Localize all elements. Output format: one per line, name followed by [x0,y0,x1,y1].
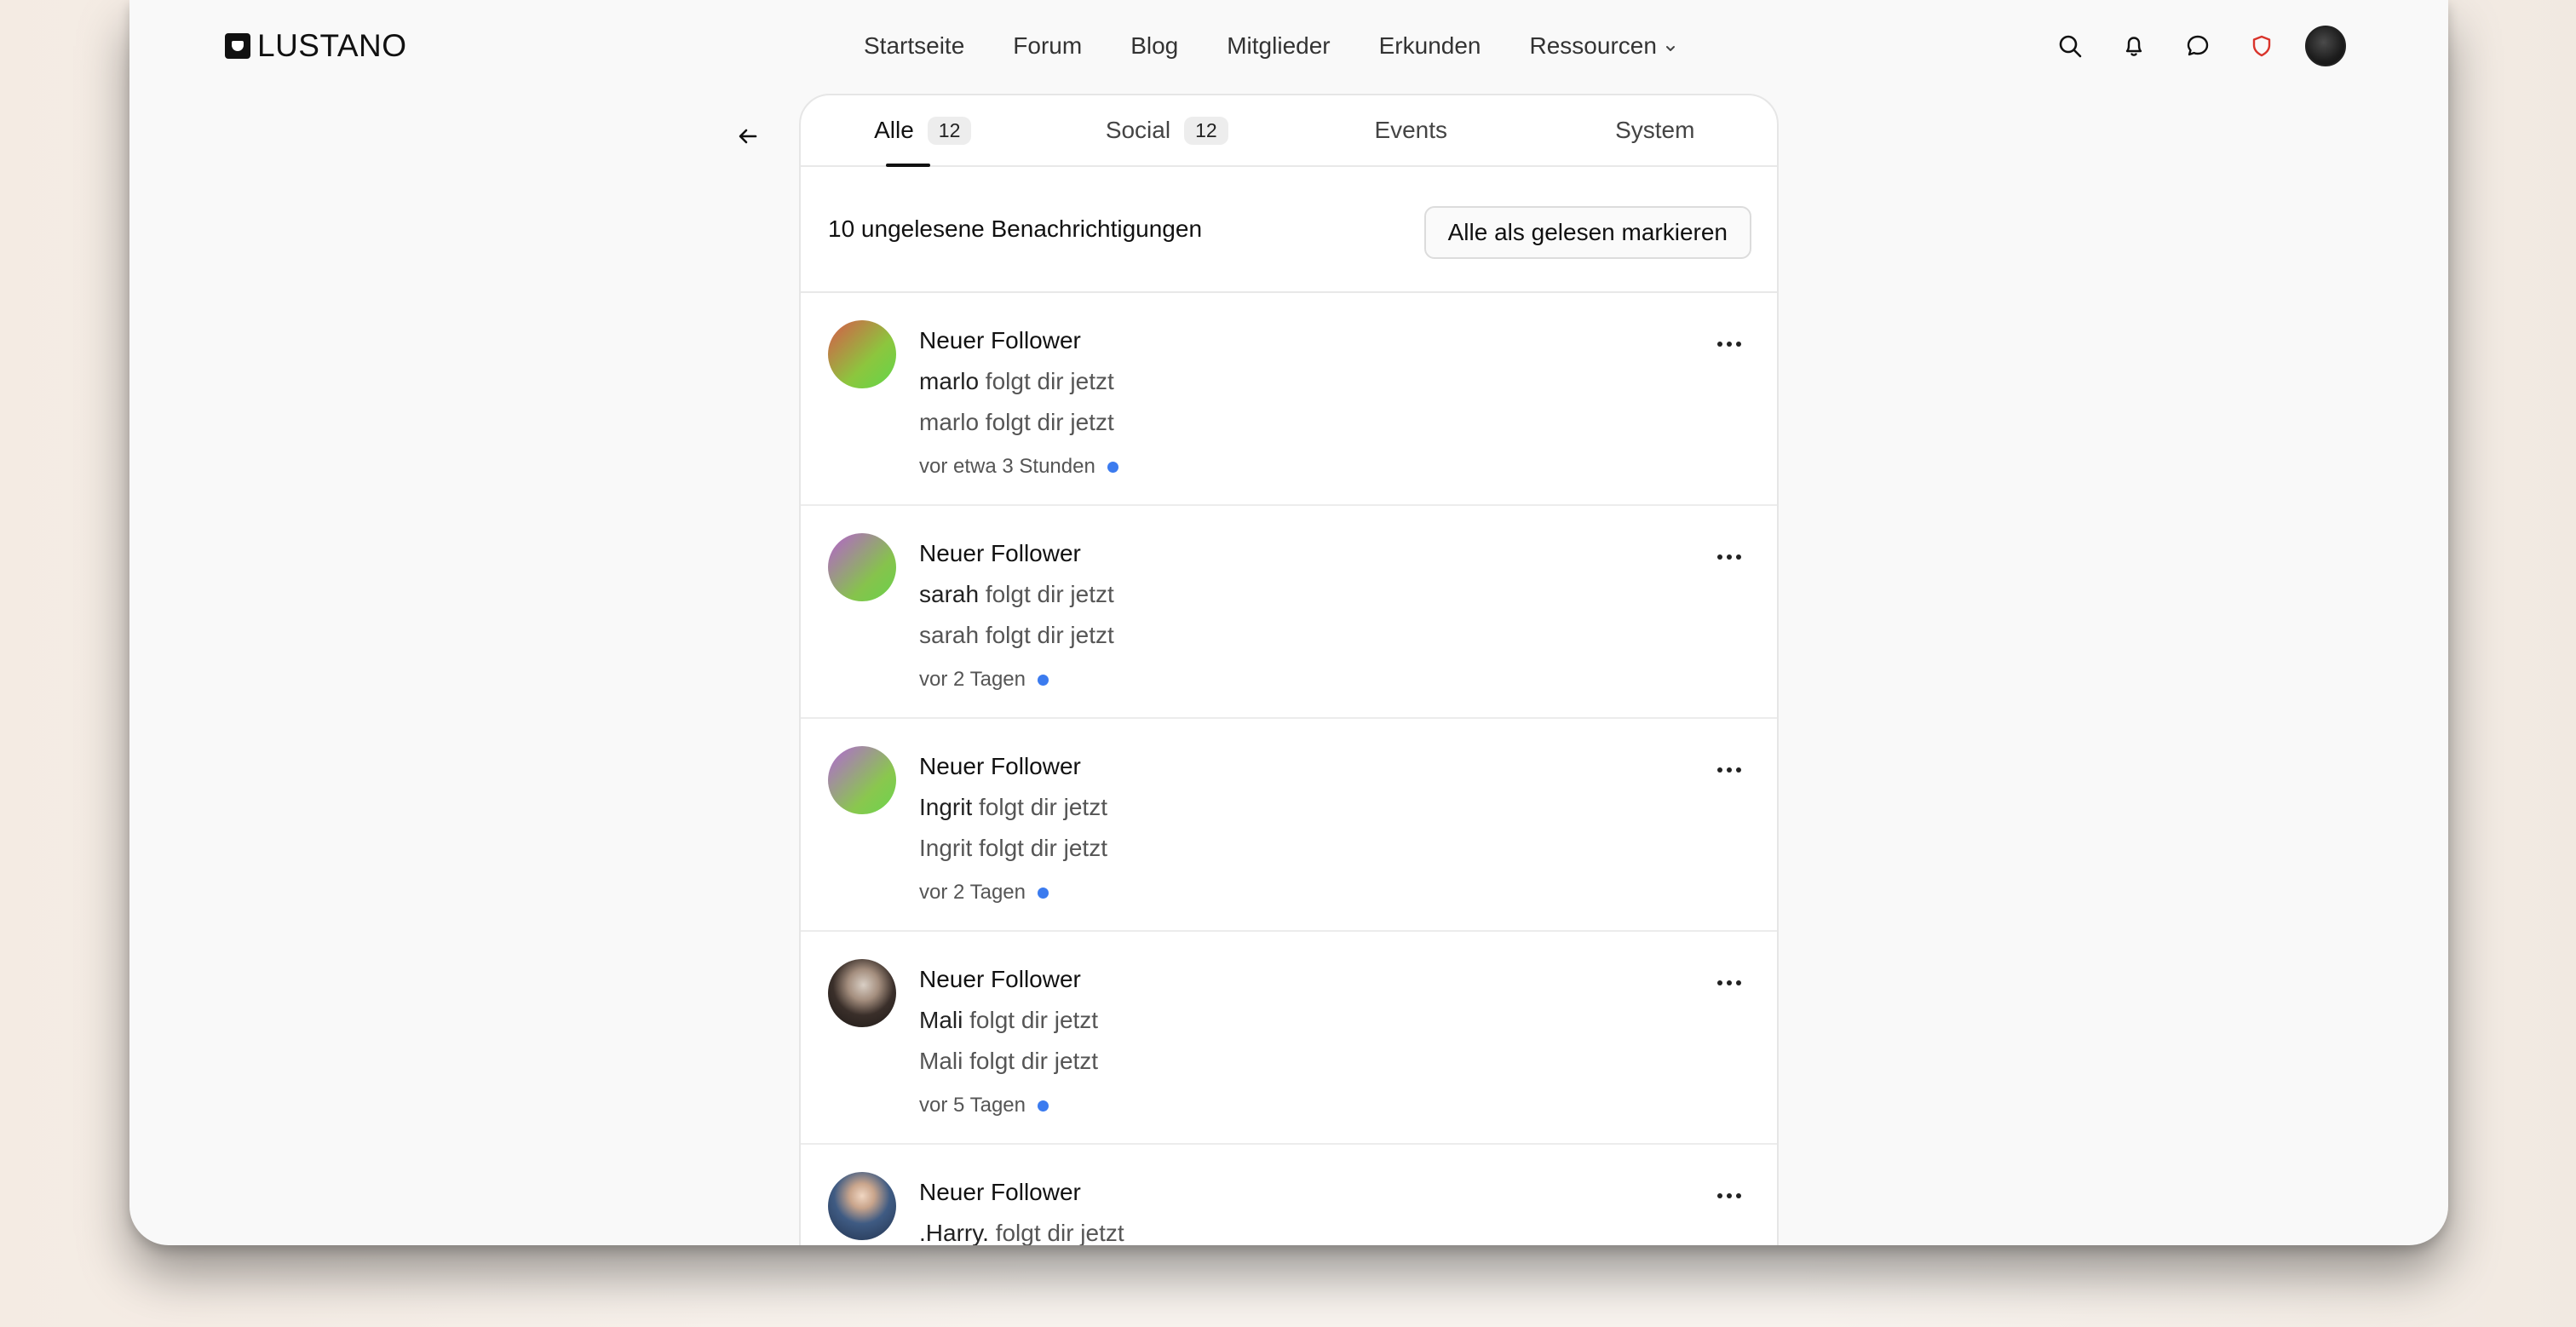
more-options-icon[interactable] [1712,973,1746,993]
notification-time: vor 2 Tagen [919,881,1049,905]
logo-text: LUSTANO [257,28,407,63]
notification-item[interactable]: Neuer Follower sarah folgt dir jetzt sar… [801,506,1777,719]
notification-title: Neuer Follower [919,1179,1081,1205]
mark-all-read-button[interactable]: Alle als gelesen markieren [1423,206,1751,259]
notification-action: folgt dir jetzt [985,368,1114,394]
notification-message: Mali folgt dir jetzt [919,1007,1098,1034]
nav-blog[interactable]: Blog [1130,26,1178,66]
unread-dot [1037,887,1049,899]
avatar[interactable] [828,959,896,1027]
browser-window: LUSTANO Startseite Forum Blog Mitglieder… [129,0,2448,1245]
chat-icon[interactable] [2177,26,2218,66]
more-options-icon[interactable] [1712,547,1746,567]
unread-dot [1037,1100,1049,1112]
search-icon[interactable] [2050,26,2090,66]
avatar[interactable] [828,320,896,388]
notification-time-text: vor 2 Tagen [919,668,1026,691]
notification-detail: Ingrit folgt dir jetzt [919,835,1107,861]
tab-alle-label: Alle [874,117,914,143]
tab-social[interactable]: Social 12 [1045,95,1290,165]
notification-time-text: vor 2 Tagen [919,881,1026,904]
notification-action: folgt dir jetzt [979,794,1107,820]
notification-item[interactable]: Neuer Follower Ingrit folgt dir jetzt In… [801,719,1777,932]
more-options-icon[interactable] [1712,760,1746,780]
more-options-icon[interactable] [1712,1186,1746,1206]
more-options-icon[interactable] [1712,334,1746,354]
avatar[interactable] [828,533,896,601]
nav-startseite[interactable]: Startseite [864,26,964,66]
tab-events[interactable]: Events [1289,95,1533,165]
tab-alle-count: 12 [927,116,972,145]
nav-ressourcen[interactable]: Ressourcen [1530,26,1677,66]
tab-alle[interactable]: Alle 12 [801,95,1045,165]
notification-action: folgt dir jetzt [995,1220,1124,1245]
notification-tabs: Alle 12 Social 12 Events System [801,95,1777,167]
notification-item[interactable]: Neuer Follower Mali folgt dir jetzt Mali… [801,932,1777,1145]
notification-action: folgt dir jetzt [969,1007,1099,1033]
notification-title: Neuer Follower [919,966,1081,992]
notification-message: .Harry. folgt dir jetzt [919,1220,1124,1245]
notification-message: Ingrit folgt dir jetzt [919,794,1107,821]
notification-title: Neuer Follower [919,327,1081,353]
logo[interactable]: LUSTANO [225,28,407,63]
notification-title: Neuer Follower [919,540,1081,566]
notification-time-text: vor 5 Tagen [919,1094,1026,1117]
tab-system[interactable]: System [1533,95,1778,165]
logo-icon [225,33,250,59]
tab-events-label: Events [1374,117,1448,143]
notification-user[interactable]: sarah [919,581,979,607]
notification-detail: marlo folgt dir jetzt [919,409,1114,435]
nav-erkunden[interactable]: Erkunden [1379,26,1481,66]
notification-time: vor 5 Tagen [919,1094,1049,1117]
tab-system-label: System [1615,117,1695,143]
notification-message: marlo folgt dir jetzt [919,368,1114,395]
chevron-down-icon [1664,27,1677,68]
back-arrow-icon[interactable] [731,119,765,153]
notifications-panel: Alle 12 Social 12 Events System 10 ungel… [799,94,1779,1245]
notification-message: sarah folgt dir jetzt [919,581,1114,608]
tab-social-label: Social [1105,117,1171,143]
avatar[interactable] [828,1172,896,1240]
nav-mitglieder[interactable]: Mitglieder [1227,26,1330,66]
notification-user[interactable]: Mali [919,1007,963,1033]
notification-item[interactable]: Neuer Follower .Harry. folgt dir jetzt [801,1145,1777,1245]
notification-detail: sarah folgt dir jetzt [919,622,1114,648]
notification-time-text: vor etwa 3 Stunden [919,455,1095,478]
notification-title: Neuer Follower [919,753,1081,779]
bell-icon[interactable] [2113,26,2154,66]
unread-count-text: 10 ungelesene Benachrichtigungen [828,215,1203,242]
notification-user[interactable]: Ingrit [919,794,972,820]
avatar[interactable] [828,746,896,814]
main-nav: Startseite Forum Blog Mitglieder Erkunde… [864,26,1726,66]
notification-action: folgt dir jetzt [985,581,1114,607]
notification-user[interactable]: .Harry. [919,1220,989,1245]
unread-dot [1037,674,1049,686]
user-avatar[interactable] [2305,26,2346,66]
unread-bar: 10 ungelesene Benachrichtigungen Alle al… [801,167,1777,293]
notification-time: vor 2 Tagen [919,668,1049,692]
nav-forum[interactable]: Forum [1013,26,1082,66]
nav-ressourcen-label: Ressourcen [1529,32,1657,59]
shield-icon[interactable] [2241,26,2282,66]
notification-user[interactable]: marlo [919,368,979,394]
notification-detail: Mali folgt dir jetzt [919,1048,1099,1074]
unread-dot [1107,461,1118,473]
tab-social-count: 12 [1184,116,1228,145]
notification-item[interactable]: Neuer Follower marlo folgt dir jetzt mar… [801,293,1777,506]
notification-time: vor etwa 3 Stunden [919,455,1118,479]
header-icons [2027,26,2346,66]
